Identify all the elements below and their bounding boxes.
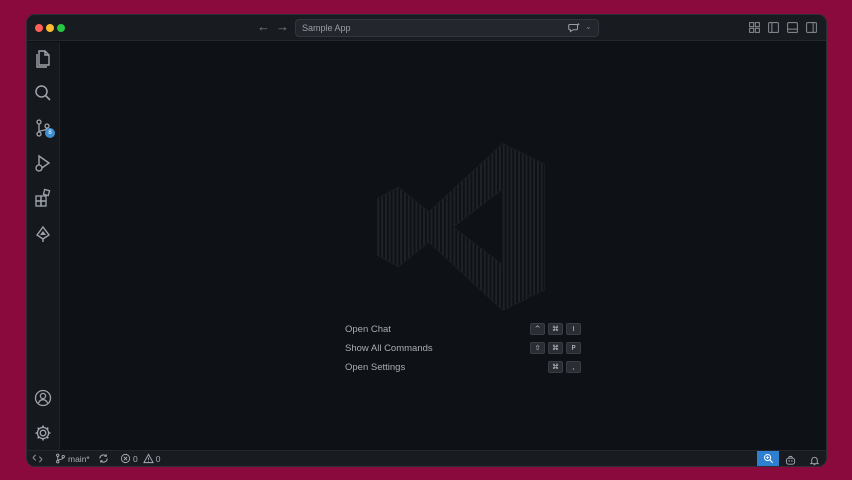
shortcut-keys: ⌘ , bbox=[548, 361, 581, 373]
activity-bar: 8 bbox=[27, 42, 60, 450]
arrow-right-icon[interactable]: → bbox=[276, 19, 289, 34]
sync-button[interactable] bbox=[98, 453, 109, 464]
activity-manage[interactable] bbox=[33, 423, 53, 443]
key: ⌘ bbox=[548, 323, 563, 335]
activity-explorer[interactable] bbox=[33, 48, 53, 68]
extensions-icon bbox=[35, 188, 51, 207]
zoom-button[interactable] bbox=[757, 451, 779, 466]
title-bar: ← → Sample App ⌄ bbox=[27, 15, 826, 41]
command-center[interactable]: Sample App ⌄ bbox=[295, 19, 599, 37]
copilot-icon bbox=[785, 455, 796, 465]
warning-icon bbox=[142, 453, 154, 464]
key: ^ bbox=[530, 323, 545, 335]
shortcut-label: Show All Commands bbox=[345, 343, 433, 354]
activity-accounts[interactable] bbox=[33, 388, 53, 408]
remote-indicator[interactable] bbox=[32, 453, 43, 464]
zoom-in-icon bbox=[763, 454, 773, 464]
shortcut-open-chat[interactable]: Open Chat ^ ⌘ I bbox=[345, 321, 581, 340]
activity-run-debug[interactable] bbox=[33, 153, 53, 173]
bell-icon bbox=[809, 456, 820, 466]
error-icon bbox=[120, 453, 131, 464]
run-debug-icon bbox=[35, 154, 51, 172]
activity-remote-explorer[interactable] bbox=[33, 223, 53, 243]
search-icon bbox=[35, 85, 51, 101]
branch-name: main* bbox=[68, 453, 90, 464]
shortcut-keys: ⇧ ⌘ P bbox=[530, 342, 581, 354]
editor-area: Open Chat ^ ⌘ I Show All Commands ⇧ ⌘ P … bbox=[61, 42, 826, 450]
remote-explorer-icon bbox=[35, 225, 51, 242]
shortcut-label: Open Settings bbox=[345, 362, 406, 373]
git-branch-icon bbox=[56, 453, 65, 464]
warning-count: 0 bbox=[155, 453, 161, 464]
key: ⌘ bbox=[548, 361, 563, 373]
gear-icon bbox=[35, 425, 51, 441]
vscode-logo-watermark bbox=[376, 142, 546, 312]
remote-icon bbox=[32, 454, 43, 463]
maximize-window-button[interactable] bbox=[57, 24, 65, 32]
activity-source-control[interactable]: 8 bbox=[33, 118, 55, 138]
arrow-left-icon[interactable]: ← bbox=[257, 19, 270, 34]
shortcut-open-settings[interactable]: Open Settings ⌘ , bbox=[345, 359, 581, 378]
files-icon bbox=[36, 50, 50, 68]
toggle-secondary-sidebar-icon[interactable] bbox=[805, 21, 818, 34]
branch-indicator[interactable]: main* bbox=[55, 453, 90, 464]
minimize-window-button[interactable] bbox=[46, 24, 54, 32]
sync-icon bbox=[99, 454, 108, 463]
app-window: ← → Sample App ⌄ 8 Open Chat ^ ⌘ I Show … bbox=[26, 14, 827, 467]
shortcut-keys: ^ ⌘ I bbox=[530, 323, 581, 335]
layout-controls bbox=[748, 21, 818, 34]
customize-layout-icon[interactable] bbox=[748, 21, 761, 34]
activity-search[interactable] bbox=[33, 83, 53, 103]
chevron-down-icon[interactable]: ⌄ bbox=[585, 22, 592, 31]
welcome-shortcuts: Open Chat ^ ⌘ I Show All Commands ⇧ ⌘ P … bbox=[345, 321, 581, 378]
command-center-label: Sample App bbox=[302, 23, 351, 33]
key: P bbox=[566, 342, 581, 354]
shortcut-show-all-commands[interactable]: Show All Commands ⇧ ⌘ P bbox=[345, 340, 581, 359]
problems-indicator[interactable]: 0 0 bbox=[120, 453, 160, 464]
toggle-primary-sidebar-icon[interactable] bbox=[767, 21, 780, 34]
activity-extensions[interactable] bbox=[33, 188, 53, 208]
error-count: 0 bbox=[133, 453, 138, 464]
chat-sparkle-icon[interactable] bbox=[567, 21, 581, 35]
copilot-status[interactable] bbox=[785, 453, 796, 466]
key: I bbox=[566, 323, 581, 335]
key: ⇧ bbox=[530, 342, 545, 354]
status-bar: main* 0 0 bbox=[27, 450, 826, 466]
close-window-button[interactable] bbox=[35, 24, 43, 32]
account-icon bbox=[34, 389, 52, 407]
source-control-badge: 8 bbox=[45, 128, 55, 138]
toggle-panel-icon[interactable] bbox=[786, 21, 799, 34]
shortcut-label: Open Chat bbox=[345, 324, 391, 335]
key: , bbox=[566, 361, 581, 373]
key: ⌘ bbox=[548, 342, 563, 354]
notifications-button[interactable] bbox=[809, 453, 820, 466]
